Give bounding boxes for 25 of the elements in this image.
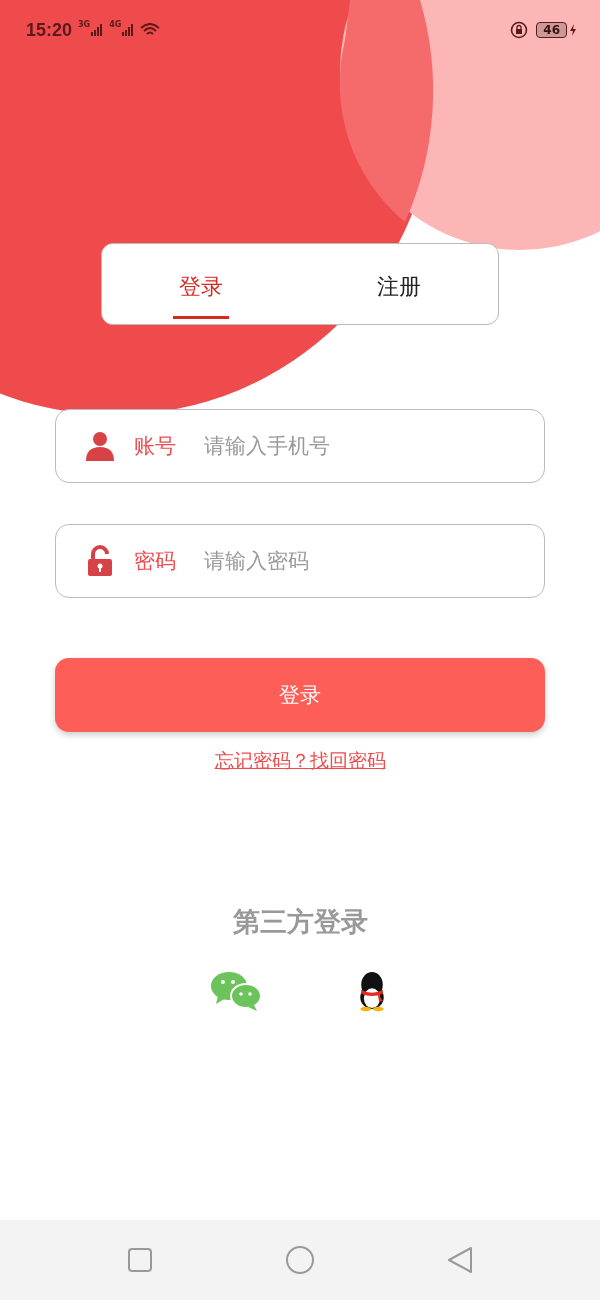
chat-bubbles-icon[interactable] <box>210 970 262 1012</box>
square-icon[interactable] <box>125 1245 155 1275</box>
person-icon <box>84 430 116 462</box>
network-label: 3G <box>78 20 91 29</box>
signal-icon <box>122 24 135 36</box>
wifi-icon <box>140 23 161 37</box>
battery-icon: 46 <box>536 22 567 38</box>
status-time: 15:20 <box>26 19 73 41</box>
network-label: 4G <box>109 20 122 29</box>
section-title: 第三方登录 <box>232 906 368 939</box>
input-field[interactable]: 密码 请输入密码 <box>55 524 545 598</box>
text-input[interactable]: 请输入密码 <box>202 547 544 575</box>
tab[interactable]: 注册 <box>371 261 427 319</box>
field-label: 密码 <box>134 548 176 575</box>
back-icon[interactable] <box>445 1245 475 1275</box>
input-field[interactable]: 账号 请输入手机号 <box>55 409 545 483</box>
home-icon[interactable] <box>285 1245 315 1275</box>
tab[interactable]: 登录 <box>173 261 229 319</box>
charging-icon <box>570 24 576 36</box>
text-input[interactable]: 请输入手机号 <box>202 432 544 460</box>
login-button[interactable]: 登录 <box>55 658 545 732</box>
forgot-password-link[interactable]: 忘记密码？找回密码 <box>214 748 386 774</box>
field-label: 账号 <box>134 433 176 460</box>
signal-icon <box>91 24 104 36</box>
rotation-lock-icon <box>510 21 529 39</box>
